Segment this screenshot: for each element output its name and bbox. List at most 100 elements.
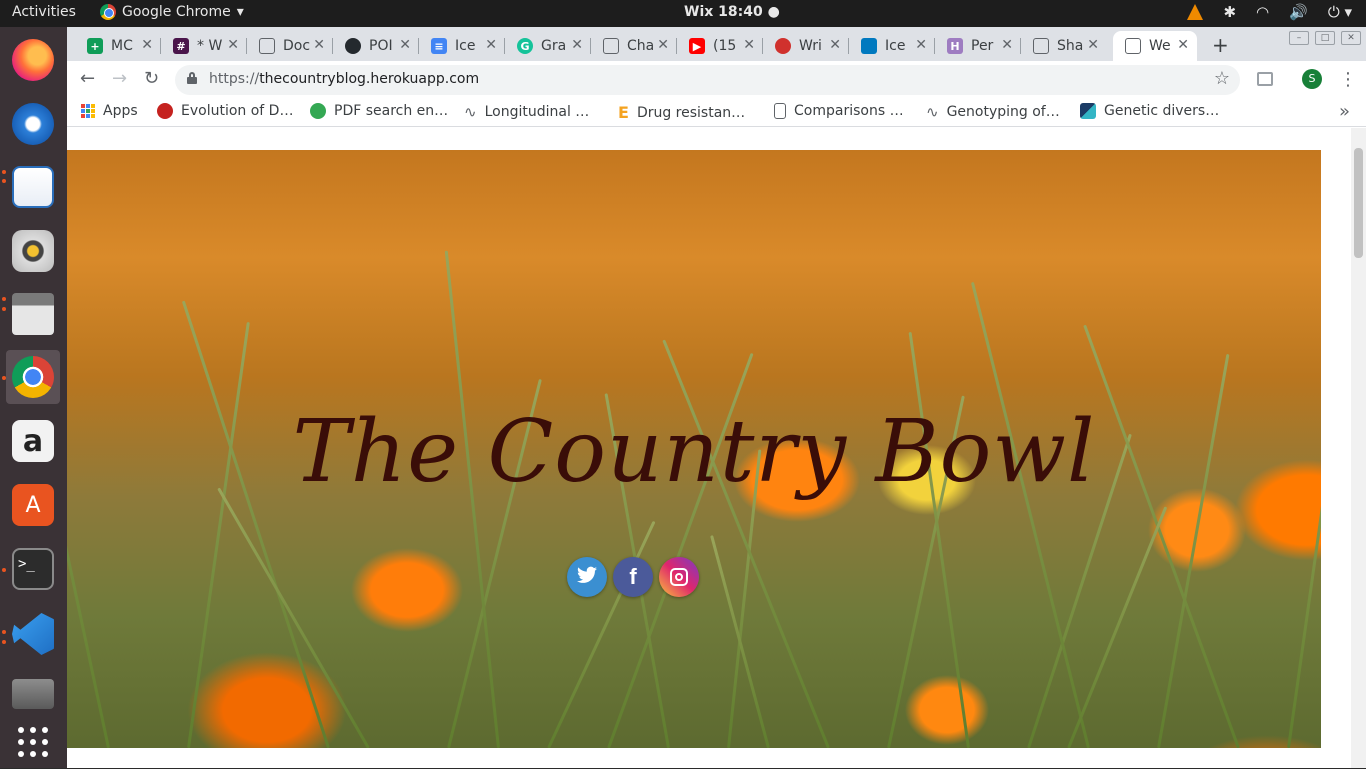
- vlc-icon[interactable]: [1187, 4, 1204, 20]
- close-icon[interactable]: ✕: [1087, 37, 1099, 53]
- tab-2[interactable]: Doc ✕: [247, 31, 333, 61]
- vscode-icon: [12, 613, 54, 655]
- page-scrollbar[interactable]: [1351, 128, 1366, 768]
- bluetooth-icon[interactable]: ✱: [1223, 3, 1236, 21]
- volume-icon[interactable]: 🔊: [1289, 3, 1308, 21]
- bookmark-star-icon[interactable]: ☆: [1214, 68, 1230, 89]
- social-links: f: [567, 557, 699, 597]
- close-icon[interactable]: ✕: [1177, 37, 1189, 53]
- bookmark-3[interactable]: ∿ Longitudinal …: [464, 103, 589, 121]
- bookmark-6[interactable]: ∿ Genotyping of…: [926, 103, 1060, 121]
- dock-chrome[interactable]: [6, 350, 60, 404]
- scrollbar-thumb[interactable]: [1354, 148, 1363, 258]
- close-window-button[interactable]: ✕: [1341, 31, 1361, 45]
- close-icon[interactable]: ✕: [743, 37, 755, 53]
- dock-rhythmbox[interactable]: [6, 224, 60, 278]
- dock-amazon[interactable]: a: [6, 414, 60, 468]
- show-apps-button[interactable]: [6, 715, 60, 769]
- back-button[interactable]: ←: [80, 68, 95, 89]
- tab-5[interactable]: G Gra ✕: [505, 31, 591, 61]
- grass-stalk: [217, 487, 370, 748]
- writer-icon: [12, 166, 54, 208]
- grass-stalk: [181, 300, 330, 748]
- activities-button[interactable]: Activities: [12, 4, 76, 20]
- chrome-menu-button[interactable]: ⋮: [1339, 69, 1357, 90]
- tab-4[interactable]: ≡ Ice ✕: [419, 31, 505, 61]
- tab-3[interactable]: POI ✕: [333, 31, 419, 61]
- close-icon[interactable]: ✕: [227, 37, 239, 53]
- maximize-button[interactable]: □: [1315, 31, 1335, 45]
- dock-vscode[interactable]: [6, 607, 60, 661]
- tab-title: Ice: [885, 38, 906, 54]
- tab-title: POI: [369, 38, 393, 54]
- tab-1[interactable]: # * W ✕: [161, 31, 247, 61]
- bookmarks-bar: Apps Evolution of D… PDF search en… ∿ Lo…: [67, 99, 1366, 127]
- tab-8[interactable]: Wri ✕: [763, 31, 849, 61]
- facebook-link[interactable]: f: [613, 557, 653, 597]
- dock-photos[interactable]: [6, 667, 60, 721]
- close-icon[interactable]: ✕: [141, 37, 153, 53]
- close-icon[interactable]: ✕: [657, 37, 669, 53]
- doc-icon: [259, 38, 275, 54]
- green-circle-icon: [310, 103, 326, 119]
- close-icon[interactable]: ✕: [829, 37, 841, 53]
- close-icon[interactable]: ✕: [571, 37, 583, 53]
- tab-11[interactable]: Sha ✕: [1021, 31, 1107, 61]
- new-tab-button[interactable]: +: [1212, 33, 1229, 57]
- lock-icon[interactable]: [187, 72, 197, 84]
- tab-title: Ice: [455, 38, 476, 54]
- files-icon: [12, 293, 54, 335]
- app-menu[interactable]: Google Chrome ▾: [100, 4, 244, 20]
- bookmark-apps[interactable]: Apps: [81, 103, 138, 119]
- twitter-link[interactable]: [567, 557, 607, 597]
- tab-6[interactable]: Cha ✕: [591, 31, 677, 61]
- close-icon[interactable]: ✕: [313, 37, 325, 53]
- tab-12-active[interactable]: We ✕: [1113, 31, 1197, 61]
- tab-7[interactable]: ▶ (15 ✕: [677, 31, 763, 61]
- close-icon[interactable]: ✕: [1001, 37, 1013, 53]
- system-top-bar: Activities Google Chrome ▾ Wix 18:40 ● ✱…: [0, 0, 1366, 27]
- trello-icon: [861, 38, 877, 54]
- close-icon[interactable]: ✕: [399, 37, 411, 53]
- tab-10[interactable]: H Per ✕: [935, 31, 1021, 61]
- system-tray[interactable]: ✱ ◠ 🔊 ⏻ ▾: [1187, 3, 1352, 21]
- grass-stalk: [187, 321, 250, 748]
- tab-title: MC: [111, 38, 133, 54]
- dock-software[interactable]: A: [6, 478, 60, 532]
- power-icon[interactable]: ⏻ ▾: [1328, 3, 1352, 21]
- dock-thunderbird[interactable]: [6, 97, 60, 151]
- minimize-button[interactable]: –: [1289, 31, 1309, 45]
- reload-button[interactable]: ↻: [144, 68, 159, 89]
- page-viewport: The Country Bowl f: [67, 128, 1366, 768]
- address-bar[interactable]: https://thecountryblog.herokuapp.com ☆: [175, 65, 1240, 95]
- reader-extension-icon[interactable]: [1257, 72, 1273, 86]
- speaker-icon: [12, 230, 54, 272]
- thunderbird-icon: [12, 103, 54, 145]
- bookmark-5[interactable]: Comparisons …: [774, 103, 904, 119]
- instagram-link[interactable]: [659, 557, 699, 597]
- grass-stalk: [710, 535, 770, 748]
- forward-button[interactable]: →: [112, 68, 127, 89]
- dock: a A >_: [0, 27, 67, 768]
- grammarly-icon: G: [517, 38, 533, 54]
- profile-avatar[interactable]: S: [1302, 69, 1322, 89]
- tab-9[interactable]: Ice ✕: [849, 31, 935, 61]
- bookmark-4[interactable]: E Drug resistan…: [618, 103, 745, 122]
- wifi-icon[interactable]: ◠: [1256, 3, 1269, 21]
- more-bookmarks-icon[interactable]: »: [1339, 101, 1350, 122]
- tab-strip: + MC ✕ # * W ✕ Doc ✕ POI ✕ ≡ Ice ✕ G Gra…: [67, 27, 1366, 61]
- dock-writer[interactable]: [6, 160, 60, 214]
- dock-terminal[interactable]: >_: [6, 542, 60, 596]
- bookmark-1[interactable]: Evolution of D…: [157, 103, 293, 119]
- url-text[interactable]: https://thecountryblog.herokuapp.com: [209, 71, 479, 87]
- facebook-icon: f: [629, 564, 637, 589]
- tab-title: Doc: [283, 38, 311, 54]
- bookmark-7[interactable]: Genetic divers…: [1080, 103, 1219, 119]
- dock-files[interactable]: [6, 287, 60, 341]
- dock-firefox[interactable]: [6, 33, 60, 87]
- tab-0[interactable]: + MC ✕: [75, 31, 161, 61]
- clock[interactable]: Wix 18:40 ●: [684, 4, 780, 20]
- close-icon[interactable]: ✕: [485, 37, 497, 53]
- bookmark-2[interactable]: PDF search en…: [310, 103, 448, 119]
- close-icon[interactable]: ✕: [915, 37, 927, 53]
